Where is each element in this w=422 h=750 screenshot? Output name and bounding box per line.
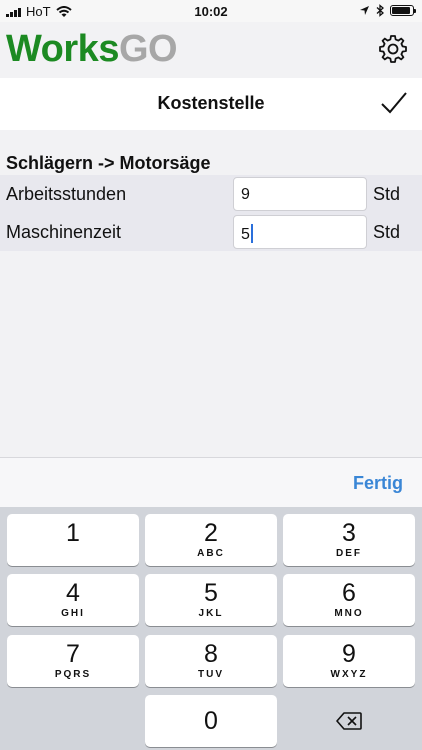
maschinenzeit-value: 5: [241, 226, 250, 243]
location-arrow-icon: [360, 6, 369, 15]
key-8-letters: TUV: [198, 669, 224, 680]
key-4[interactable]: 4 GHI: [7, 574, 139, 626]
key-4-letters: GHI: [61, 608, 85, 619]
key-1[interactable]: 1: [7, 514, 139, 566]
maschinenzeit-unit: Std: [373, 222, 401, 242]
arbeitsstunden-value: 9: [241, 186, 250, 203]
key-5[interactable]: 5 JKL: [145, 574, 277, 626]
key-3-digit: 3: [342, 519, 356, 547]
logo-works-text: Works: [6, 28, 119, 70]
key-1-digit: 1: [66, 519, 80, 547]
page-title: Kostenstelle: [157, 93, 265, 113]
backspace-icon: [336, 712, 362, 730]
numeric-keypad: 1 2 ABC 3 DEF 4 GHI 5 JKL 6 MNO 7 PQRS 8…: [0, 507, 422, 750]
gear-icon[interactable]: [378, 34, 408, 64]
battery-icon: [390, 5, 416, 16]
key-8-digit: 8: [204, 640, 218, 668]
keyboard-toolbar: Fertig: [0, 457, 422, 507]
text-cursor: [250, 224, 253, 243]
key-6-digit: 6: [342, 579, 356, 607]
key-5-digit: 5: [204, 579, 218, 607]
key-9-digit: 9: [342, 640, 356, 668]
key-2-digit: 2: [204, 519, 218, 547]
key-7-digit: 7: [66, 640, 80, 668]
form-row-maschinenzeit: Maschinenzeit 5 Std: [0, 213, 422, 251]
checkmark-icon[interactable]: [380, 90, 408, 116]
key-9[interactable]: 9 WXYZ: [283, 635, 415, 687]
key-9-letters: WXYZ: [330, 669, 368, 680]
key-7[interactable]: 7 PQRS: [7, 635, 139, 687]
maschinenzeit-input[interactable]: 5: [233, 215, 367, 249]
arbeitsstunden-label: Arbeitsstunden: [6, 184, 127, 204]
key-6[interactable]: 6 MNO: [283, 574, 415, 626]
key-0-digit: 0: [204, 707, 218, 735]
key-2[interactable]: 2 ABC: [145, 514, 277, 566]
logo-go-text: GO: [118, 28, 178, 70]
backspace-key[interactable]: [283, 695, 415, 747]
key-2-letters: ABC: [197, 548, 225, 559]
bluetooth-icon: [376, 4, 384, 17]
status-bar: HoT 10:02: [0, 0, 422, 22]
key-8[interactable]: 8 TUV: [145, 635, 277, 687]
section-title: Schlägern -> Motorsäge: [6, 153, 211, 173]
app-logo: WorksGO: [6, 28, 178, 71]
form-row-arbeitsstunden: Arbeitsstunden 9 Std: [0, 175, 422, 213]
key-4-digit: 4: [66, 579, 80, 607]
key-3[interactable]: 3 DEF: [283, 514, 415, 566]
key-3-letters: DEF: [336, 548, 362, 559]
nav-bar: Kostenstelle: [0, 78, 422, 130]
key-0[interactable]: 0: [145, 695, 277, 747]
key-7-letters: PQRS: [54, 669, 92, 680]
fertig-button[interactable]: Fertig: [353, 473, 403, 494]
app-header: WorksGO: [0, 22, 422, 78]
arbeitsstunden-unit: Std: [373, 184, 401, 204]
key-5-letters: JKL: [198, 608, 224, 619]
key-6-letters: MNO: [334, 608, 364, 619]
arbeitsstunden-input[interactable]: 9: [233, 177, 367, 211]
maschinenzeit-label: Maschinenzeit: [6, 222, 122, 242]
